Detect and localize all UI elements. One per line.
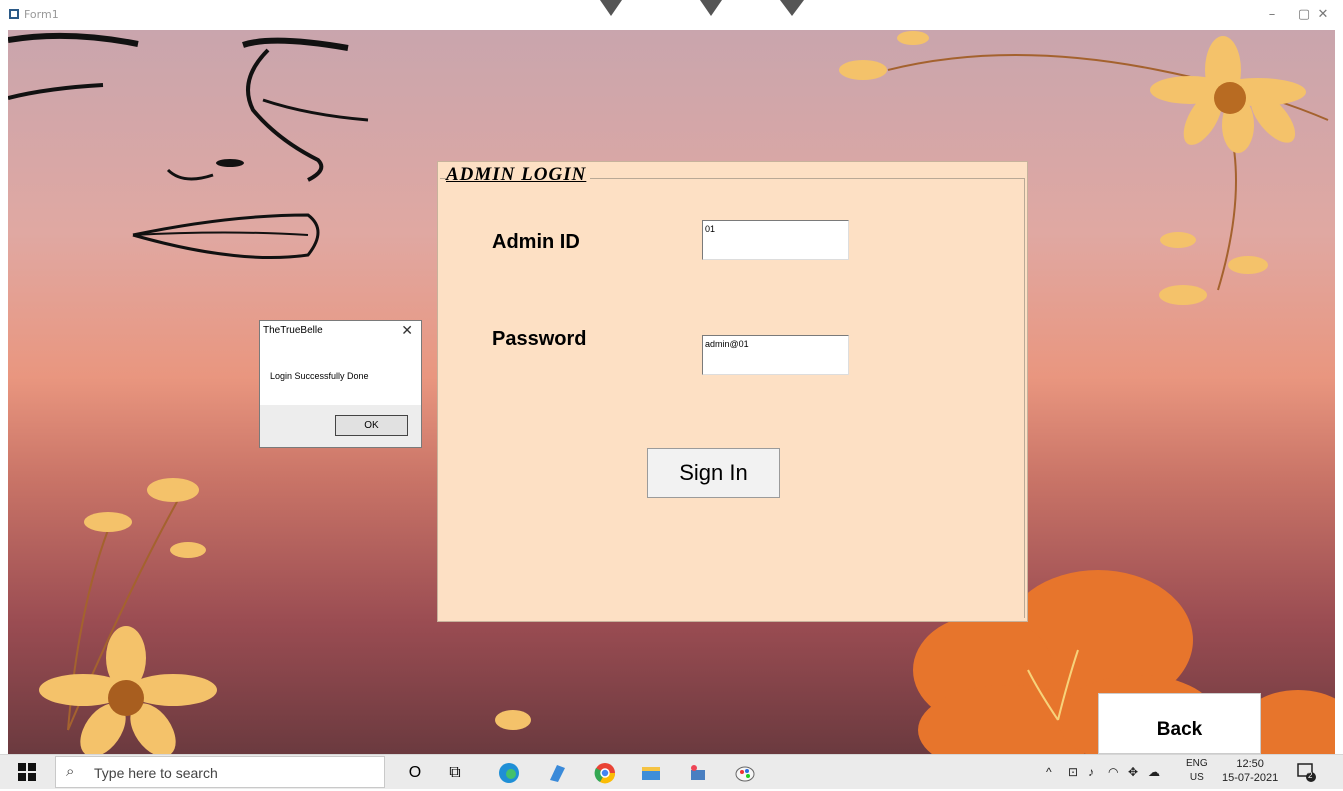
admin-login-panel: ADMIN LOGIN Admin ID 01 Password admin@0… xyxy=(437,161,1028,622)
snipping-tool-icon[interactable] xyxy=(686,762,708,784)
sign-in-button[interactable]: Sign In xyxy=(647,448,780,498)
edge-icon[interactable] xyxy=(498,762,520,784)
back-button[interactable]: Back xyxy=(1098,693,1261,754)
dialog-footer: OK xyxy=(260,405,421,447)
password-label: Password xyxy=(492,328,587,350)
top-decoration xyxy=(600,0,804,16)
notification-count: 2 xyxy=(1308,771,1313,780)
close-button[interactable]: ✕ xyxy=(1305,4,1341,26)
search-placeholder: Type here to search xyxy=(94,765,218,781)
window-titlebar: Form1 – ▢ ✕ xyxy=(0,0,1343,30)
clock-date: 15-07-2021 xyxy=(1222,772,1279,784)
tray-chevron-icon[interactable]: ^ xyxy=(1046,765,1052,779)
clock-time: 12:50 xyxy=(1236,758,1264,770)
ok-button[interactable]: OK xyxy=(335,415,408,436)
cortana-icon[interactable]: O xyxy=(404,762,426,784)
meet-now-icon[interactable]: ⊡ xyxy=(1068,765,1078,779)
volume-icon[interactable]: ♪ xyxy=(1088,765,1094,779)
language-indicator[interactable]: ENG US xyxy=(1186,757,1208,785)
paint-icon[interactable] xyxy=(734,762,756,784)
language-code: ENG xyxy=(1186,758,1208,769)
login-dialog: TheTrueBelle ✕ Login Successfully Done O… xyxy=(259,320,422,448)
windows-start-icon[interactable] xyxy=(18,763,36,781)
file-explorer-icon[interactable] xyxy=(640,762,662,784)
language-region: US xyxy=(1189,772,1204,783)
task-view-icon[interactable]: ⧉ xyxy=(444,762,466,784)
taskbar-search-box[interactable]: ⌕ Type here to search xyxy=(55,756,385,788)
visual-studio-icon[interactable] xyxy=(546,762,568,784)
notification-center-icon[interactable]: 2 xyxy=(1295,761,1317,783)
clock[interactable]: 12:50 15-07-2021 xyxy=(1222,757,1278,785)
admin-id-field[interactable]: 01 xyxy=(702,220,849,260)
search-icon: ⌕ xyxy=(66,763,75,780)
minimize-button[interactable]: – xyxy=(1255,4,1289,26)
wifi-icon[interactable]: ◠ xyxy=(1108,765,1118,779)
dialog-title: TheTrueBelle xyxy=(263,325,323,336)
onedrive-icon[interactable]: ☁ xyxy=(1148,765,1160,779)
password-field[interactable]: admin@01 xyxy=(702,335,849,375)
window-title: Form1 xyxy=(24,8,59,21)
admin-id-label: Admin ID xyxy=(492,231,580,253)
taskbar: ⌕ Type here to search O ⧉ ^ ⊡ ♪ ◠ ✥ ☁ EN… xyxy=(0,754,1343,789)
chrome-icon[interactable] xyxy=(594,762,616,784)
dialog-message: Login Successfully Done xyxy=(270,371,369,381)
dialog-close-icon[interactable]: ✕ xyxy=(401,322,413,339)
dropbox-icon[interactable]: ✥ xyxy=(1128,765,1138,779)
panel-legend: ADMIN LOGIN xyxy=(446,164,591,186)
app-icon xyxy=(9,9,19,19)
